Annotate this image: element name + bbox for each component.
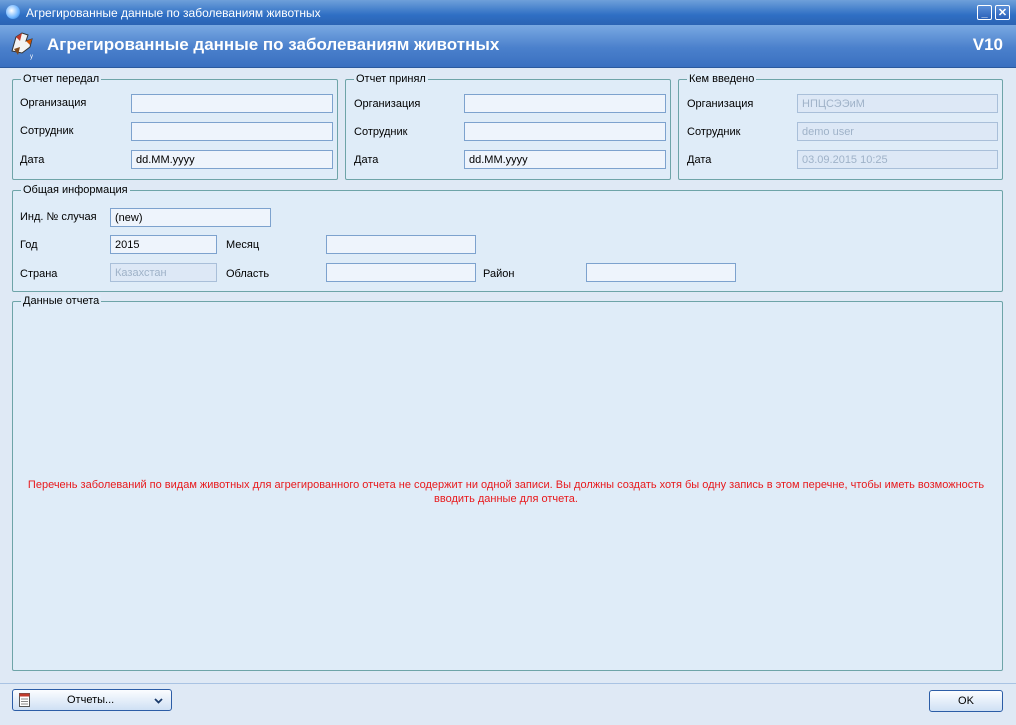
- sent-date-label: Дата: [20, 154, 45, 166]
- ok-button[interactable]: OK: [929, 690, 1003, 712]
- entered-organization-label: Организация: [687, 98, 754, 110]
- sent-organization-label: Организация: [20, 97, 87, 109]
- sent-employee-label: Сотрудник: [20, 125, 74, 137]
- window-title: Агрегированные данные по заболеваниям жи…: [26, 6, 321, 20]
- report-data-group: Данные отчета Перечень заболеваний по ви…: [12, 295, 1003, 671]
- sent-by-group: Отчет передал Организация Сотрудник Дата…: [12, 73, 338, 180]
- close-button[interactable]: ✕: [995, 5, 1010, 20]
- sent-organization-field[interactable]: [131, 94, 333, 113]
- received-date-field[interactable]: dd.MM.yyyy: [464, 150, 666, 169]
- form-footer: Отчеты... OK: [0, 683, 1016, 725]
- sent-date-field[interactable]: dd.MM.yyyy: [131, 150, 333, 169]
- reports-dropdown-button[interactable]: Отчеты...: [12, 689, 172, 711]
- month-label: Месяц: [226, 239, 260, 251]
- region-field[interactable]: [326, 263, 476, 282]
- case-number-field[interactable]: (new): [110, 208, 271, 227]
- globe-icon: [6, 5, 20, 19]
- form-header: y Агрегированные данные по заболеваниям …: [0, 25, 1016, 68]
- received-organization-label: Организация: [354, 98, 421, 110]
- country-field: Казахстан: [110, 263, 217, 282]
- form-content: Отчет передал Организация Сотрудник Дата…: [4, 68, 1012, 683]
- country-label: Страна: [20, 268, 58, 280]
- reports-button-label: Отчеты...: [67, 694, 115, 706]
- received-employee-field[interactable]: [464, 122, 666, 141]
- received-date-label: Дата: [354, 154, 379, 166]
- report-sheet-icon: [19, 693, 30, 707]
- window-titlebar: Агрегированные данные по заболеваниям жи…: [0, 0, 1016, 25]
- entered-by-group: Кем введено Организация НПЦСЭЭиМ Сотрудн…: [678, 73, 1003, 180]
- entered-date-label: Дата: [687, 154, 712, 166]
- district-label: Район: [483, 268, 515, 280]
- empty-list-message: Перечень заболеваний по видам животных д…: [27, 479, 985, 505]
- report-data-title: Данные отчета: [21, 295, 102, 307]
- year-field[interactable]: 2015: [110, 235, 217, 254]
- entered-by-title: Кем введено: [687, 73, 757, 85]
- entered-employee-label: Сотрудник: [687, 126, 741, 138]
- cow-logo-icon: y: [11, 32, 33, 60]
- entered-employee-field: demo user: [797, 122, 998, 141]
- received-organization-field[interactable]: [464, 94, 666, 113]
- received-by-title: Отчет принял: [354, 73, 428, 85]
- entered-organization-field: НПЦСЭЭиМ: [797, 94, 998, 113]
- district-field[interactable]: [586, 263, 736, 282]
- minimize-button[interactable]: _: [977, 5, 992, 20]
- version-label: V10: [972, 35, 1003, 54]
- sent-employee-field[interactable]: [131, 122, 333, 141]
- sent-by-title: Отчет передал: [21, 73, 102, 85]
- region-label: Область: [226, 268, 270, 280]
- entered-date-field: 03.09.2015 10:25: [797, 150, 998, 169]
- form-title: Агрегированные данные по заболеваниям жи…: [47, 35, 500, 54]
- year-label: Год: [20, 239, 38, 251]
- svg-text:y: y: [30, 54, 33, 60]
- received-by-group: Отчет принял Организация Сотрудник Дата …: [345, 73, 671, 180]
- month-field[interactable]: [326, 235, 476, 254]
- chevron-down-icon: [154, 698, 163, 704]
- general-info-group: Общая информация Инд. № случая (new) Год…: [12, 184, 1003, 292]
- case-number-label: Инд. № случая: [20, 211, 97, 223]
- general-info-title: Общая информация: [21, 184, 130, 196]
- received-employee-label: Сотрудник: [354, 126, 408, 138]
